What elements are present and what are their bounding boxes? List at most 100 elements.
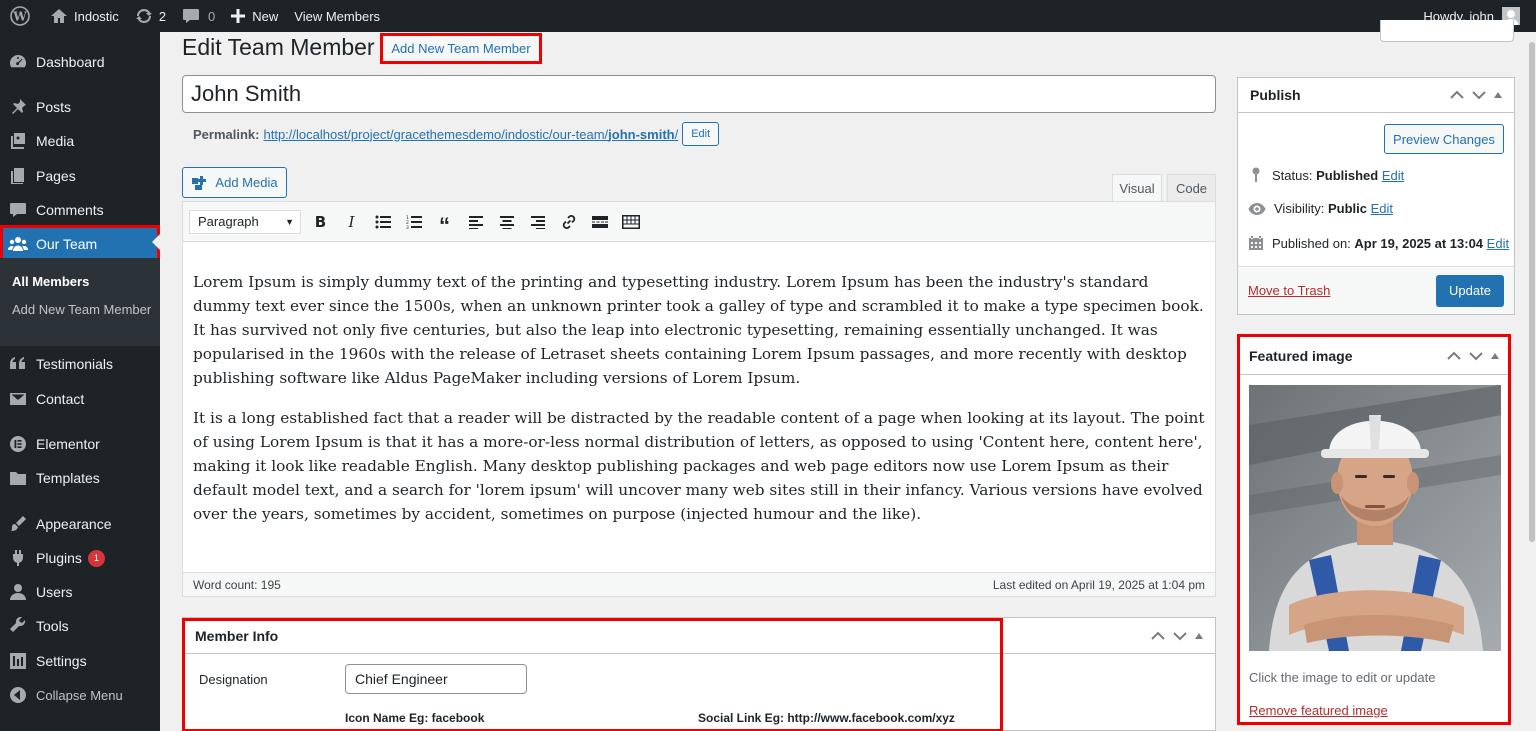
view-members-label: View Members — [294, 8, 381, 24]
screen-options-tab[interactable] — [1380, 20, 1514, 42]
move-to-trash-link[interactable]: Move to Trash — [1248, 283, 1330, 298]
page-title: Edit Team Member — [182, 34, 375, 60]
sidebar-label: Elementor — [36, 436, 100, 452]
our-team-submenu: All Members Add New Team Member — [0, 258, 160, 346]
content-editor: Paragraph ▼ B I 123 “ Lorem Ipsum is sim… — [182, 201, 1216, 597]
updates-link[interactable]: 2 — [127, 0, 174, 32]
settings-sliders-icon — [10, 653, 26, 669]
submenu-all-members[interactable]: All Members — [12, 274, 152, 290]
featured-image-thumbnail[interactable] — [1249, 385, 1501, 651]
content-paragraph: It is a long established fact that a rea… — [193, 409, 1205, 523]
link-icon[interactable] — [553, 207, 584, 237]
sidebar-item-elementor[interactable]: Elementor — [0, 427, 160, 461]
permalink-edit-button[interactable]: Edit — [682, 122, 720, 146]
permalink-link[interactable]: http://localhost/project/gracethemesdemo… — [263, 127, 678, 142]
sidebar-item-testimonials[interactable]: Testimonials — [0, 347, 160, 381]
last-edited: Last edited on April 19, 2025 at 1:04 pm — [992, 577, 1205, 592]
toggle-panel-icon[interactable] — [1491, 352, 1499, 359]
bold-icon[interactable]: B — [305, 207, 336, 237]
new-label: New — [252, 8, 279, 24]
sidebar-label: Posts — [36, 99, 72, 115]
format-select[interactable]: Paragraph ▼ — [189, 209, 301, 234]
sidebar-item-tools[interactable]: Tools — [0, 609, 160, 643]
move-down-icon[interactable] — [1173, 631, 1187, 641]
read-more-icon[interactable] — [584, 207, 615, 237]
update-button[interactable]: Update — [1436, 274, 1504, 307]
updates-count: 2 — [158, 8, 167, 24]
toolbar-toggle-icon[interactable] — [615, 207, 646, 237]
add-media-button[interactable]: Add Media — [182, 167, 287, 198]
sidebar-label: Pages — [36, 168, 76, 184]
align-center-icon[interactable] — [491, 207, 522, 237]
post-title-input[interactable]: John Smith — [182, 75, 1216, 113]
publish-actions: Move to Trash Update — [1238, 266, 1514, 314]
pages-icon — [11, 168, 24, 184]
published-edit-link[interactable]: Edit — [1487, 236, 1509, 251]
bullet-list-icon[interactable] — [367, 207, 398, 237]
sidebar-label: Testimonials — [36, 356, 114, 372]
add-new-team-member-button[interactable]: Add New Team Member — [380, 33, 542, 64]
collapse-arrow-icon — [10, 687, 26, 703]
visibility-edit-link[interactable]: Edit — [1371, 201, 1393, 216]
page-scrollbar[interactable] — [1528, 32, 1536, 731]
blockquote-icon[interactable]: “ — [429, 207, 460, 238]
sidebar-label: Plugins — [36, 550, 82, 566]
permalink-trail: / — [674, 126, 679, 142]
numbered-list-icon[interactable]: 123 — [398, 207, 429, 237]
calendar-icon — [1249, 236, 1263, 250]
remove-featured-image-link[interactable]: Remove featured image — [1249, 703, 1388, 718]
comments-link[interactable]: 0 — [174, 0, 223, 32]
editor-content-area[interactable]: Lorem Ipsum is simply dummy text of the … — [183, 242, 1215, 526]
permalink-label: Permalink: — [193, 126, 260, 142]
publish-header[interactable]: Publish — [1238, 78, 1514, 113]
sidebar-item-media[interactable]: Media — [0, 124, 160, 158]
editor-toolbar: Paragraph ▼ B I 123 “ — [183, 202, 1215, 242]
add-media-icon — [192, 175, 207, 190]
featured-image-header[interactable]: Featured image — [1240, 337, 1508, 375]
sidebar-item-posts[interactable]: Posts — [0, 90, 160, 124]
sidebar-item-plugins[interactable]: Plugins 1 — [0, 541, 160, 575]
wrench-icon — [10, 617, 26, 632]
permalink-base: http://localhost/project/gracethemesdemo… — [263, 126, 609, 142]
move-up-icon[interactable] — [1447, 351, 1461, 361]
align-left-icon[interactable] — [460, 207, 491, 237]
sidebar-item-settings[interactable]: Settings — [0, 644, 160, 678]
sidebar-item-comments[interactable]: Comments — [0, 193, 160, 227]
sidebar-item-contact[interactable]: Contact — [0, 382, 160, 416]
publish-title: Publish — [1250, 87, 1301, 103]
member-info-header[interactable]: Member Info — [183, 618, 1215, 654]
move-down-icon[interactable] — [1469, 351, 1483, 361]
plugins-update-badge: 1 — [87, 549, 105, 567]
designation-input[interactable]: Chief Engineer — [345, 664, 527, 694]
align-right-icon[interactable] — [522, 207, 553, 237]
dashboard-icon — [10, 54, 27, 68]
view-members-link[interactable]: View Members — [286, 0, 388, 32]
sidebar-item-templates[interactable]: Templates — [0, 461, 160, 495]
sidebar-item-dashboard[interactable]: Dashboard — [0, 45, 160, 79]
italic-icon[interactable]: I — [336, 207, 367, 237]
content-paragraph: Lorem Ipsum is simply dummy text of the … — [193, 273, 1204, 387]
move-up-icon[interactable] — [1450, 90, 1464, 100]
sidebar-item-appearance[interactable]: Appearance — [0, 507, 160, 541]
sidebar-label: Templates — [36, 470, 100, 486]
status-row: Status: Published Edit — [1248, 167, 1404, 183]
sidebar-item-users[interactable]: Users — [0, 575, 160, 609]
pushpin-icon — [12, 99, 26, 114]
tab-visual[interactable]: Visual — [1112, 174, 1162, 202]
status-edit-link[interactable]: Edit — [1382, 168, 1404, 183]
wordpress-logo-icon[interactable]: W — [0, 0, 42, 32]
elementor-icon — [10, 436, 26, 452]
tab-code[interactable]: Code — [1167, 174, 1216, 202]
preview-changes-button[interactable]: Preview Changes — [1384, 124, 1504, 154]
sidebar-item-pages[interactable]: Pages — [0, 159, 160, 193]
move-down-icon[interactable] — [1472, 90, 1486, 100]
collapse-menu-button[interactable]: Collapse Menu — [0, 678, 160, 712]
site-name-link[interactable]: Indostic — [42, 0, 127, 32]
toggle-panel-icon[interactable] — [1494, 92, 1502, 98]
new-content-link[interactable]: New — [223, 0, 286, 32]
submenu-add-new-team-member[interactable]: Add New Team Member — [12, 302, 152, 318]
move-up-icon[interactable] — [1151, 631, 1165, 641]
toggle-panel-icon[interactable] — [1195, 632, 1203, 639]
permalink-slug: john-smith — [608, 126, 675, 142]
comment-icon — [183, 9, 200, 23]
